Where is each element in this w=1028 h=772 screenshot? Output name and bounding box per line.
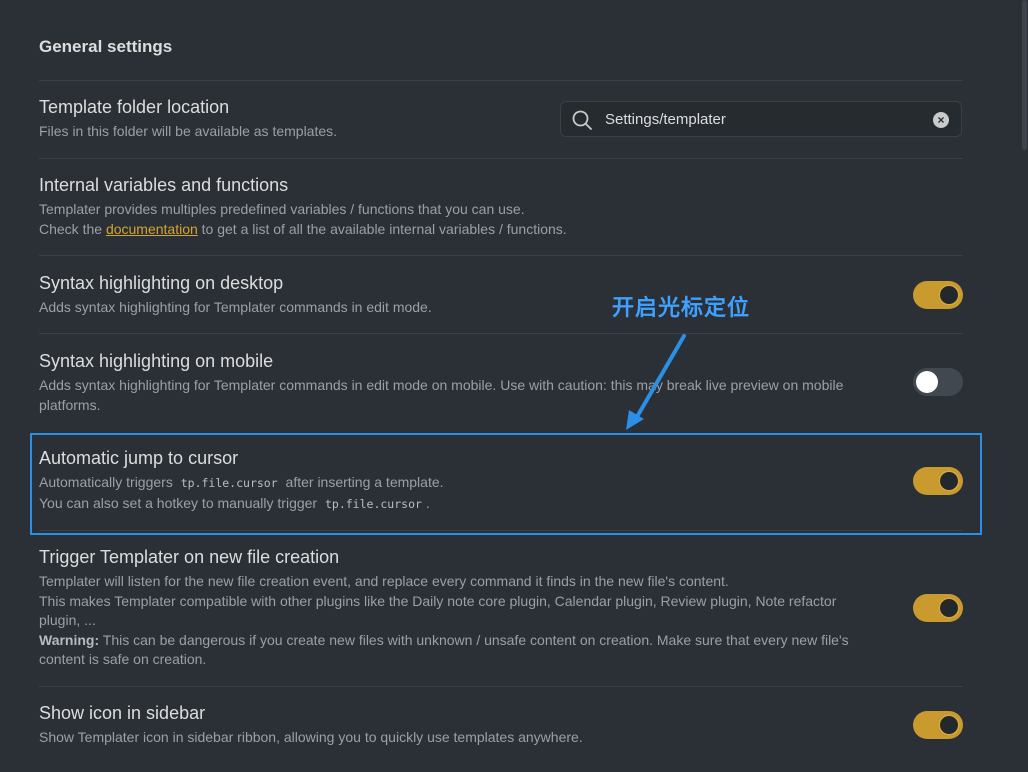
desc-text: This makes Templater compatible with oth… [39,592,837,629]
annotation-label: 开启光标定位 [612,296,751,321]
warning-label: Warning: [39,631,100,648]
syntax-mobile-toggle[interactable] [913,368,963,396]
desc-text: Templater will listen for the new file c… [39,573,729,589]
setting-internal-variables: Internal variables and functions Templat… [39,174,963,239]
highlight-box [30,433,982,535]
search-icon [572,110,592,130]
divider [39,333,963,334]
desc-text: to get a list of all the available inter… [201,220,567,237]
setting-description: Show Templater icon in sidebar ribbon, a… [39,729,583,745]
desc-text: This can be dangerous if you create new … [39,631,849,668]
close-circle-icon[interactable]: × [933,112,949,128]
setting-description: Templater will listen for the new file c… [39,572,879,670]
setting-syntax-desktop: Syntax highlighting on desktop Adds synt… [39,272,963,318]
scrollbar[interactable] [1022,0,1028,772]
section-heading: General settings [39,37,173,56]
syntax-desktop-toggle[interactable] [913,281,963,309]
documentation-link[interactable]: documentation [106,221,198,237]
folder-search-input[interactable] [605,102,925,136]
desc-text: Check the [39,220,103,237]
setting-description: Templater provides multiples predefined … [39,200,963,239]
divider [39,255,963,256]
setting-name: Syntax highlighting on mobile [39,351,274,371]
divider [39,80,963,81]
trigger-on-creation-toggle[interactable] [913,594,963,622]
toggle-knob [938,714,960,736]
divider [39,158,963,159]
toggle-knob [916,371,938,393]
arrow-icon [626,334,686,430]
setting-name: Trigger Templater on new file creation [39,547,340,567]
folder-search-box[interactable]: × [560,101,962,137]
setting-syntax-mobile: Syntax highlighting on mobile Adds synta… [39,350,963,415]
scrollbar-thumb[interactable] [1022,0,1027,150]
toggle-knob [938,284,960,306]
setting-name: Show icon in sidebar [39,703,206,723]
divider [39,686,963,687]
setting-description: Adds syntax highlighting for Templater c… [39,299,432,315]
setting-trigger-on-creation: Trigger Templater on new file creation T… [39,546,963,670]
setting-name: Internal variables and functions [39,175,289,195]
setting-description: Adds syntax highlighting for Templater c… [39,377,844,413]
setting-name: Syntax highlighting on desktop [39,273,284,293]
toggle-knob [938,597,960,619]
sidebar-icon-toggle[interactable] [913,711,963,739]
desc-text: Templater provides multiples predefined … [39,201,525,217]
setting-sidebar-icon: Show icon in sidebar Show Templater icon… [39,702,963,748]
